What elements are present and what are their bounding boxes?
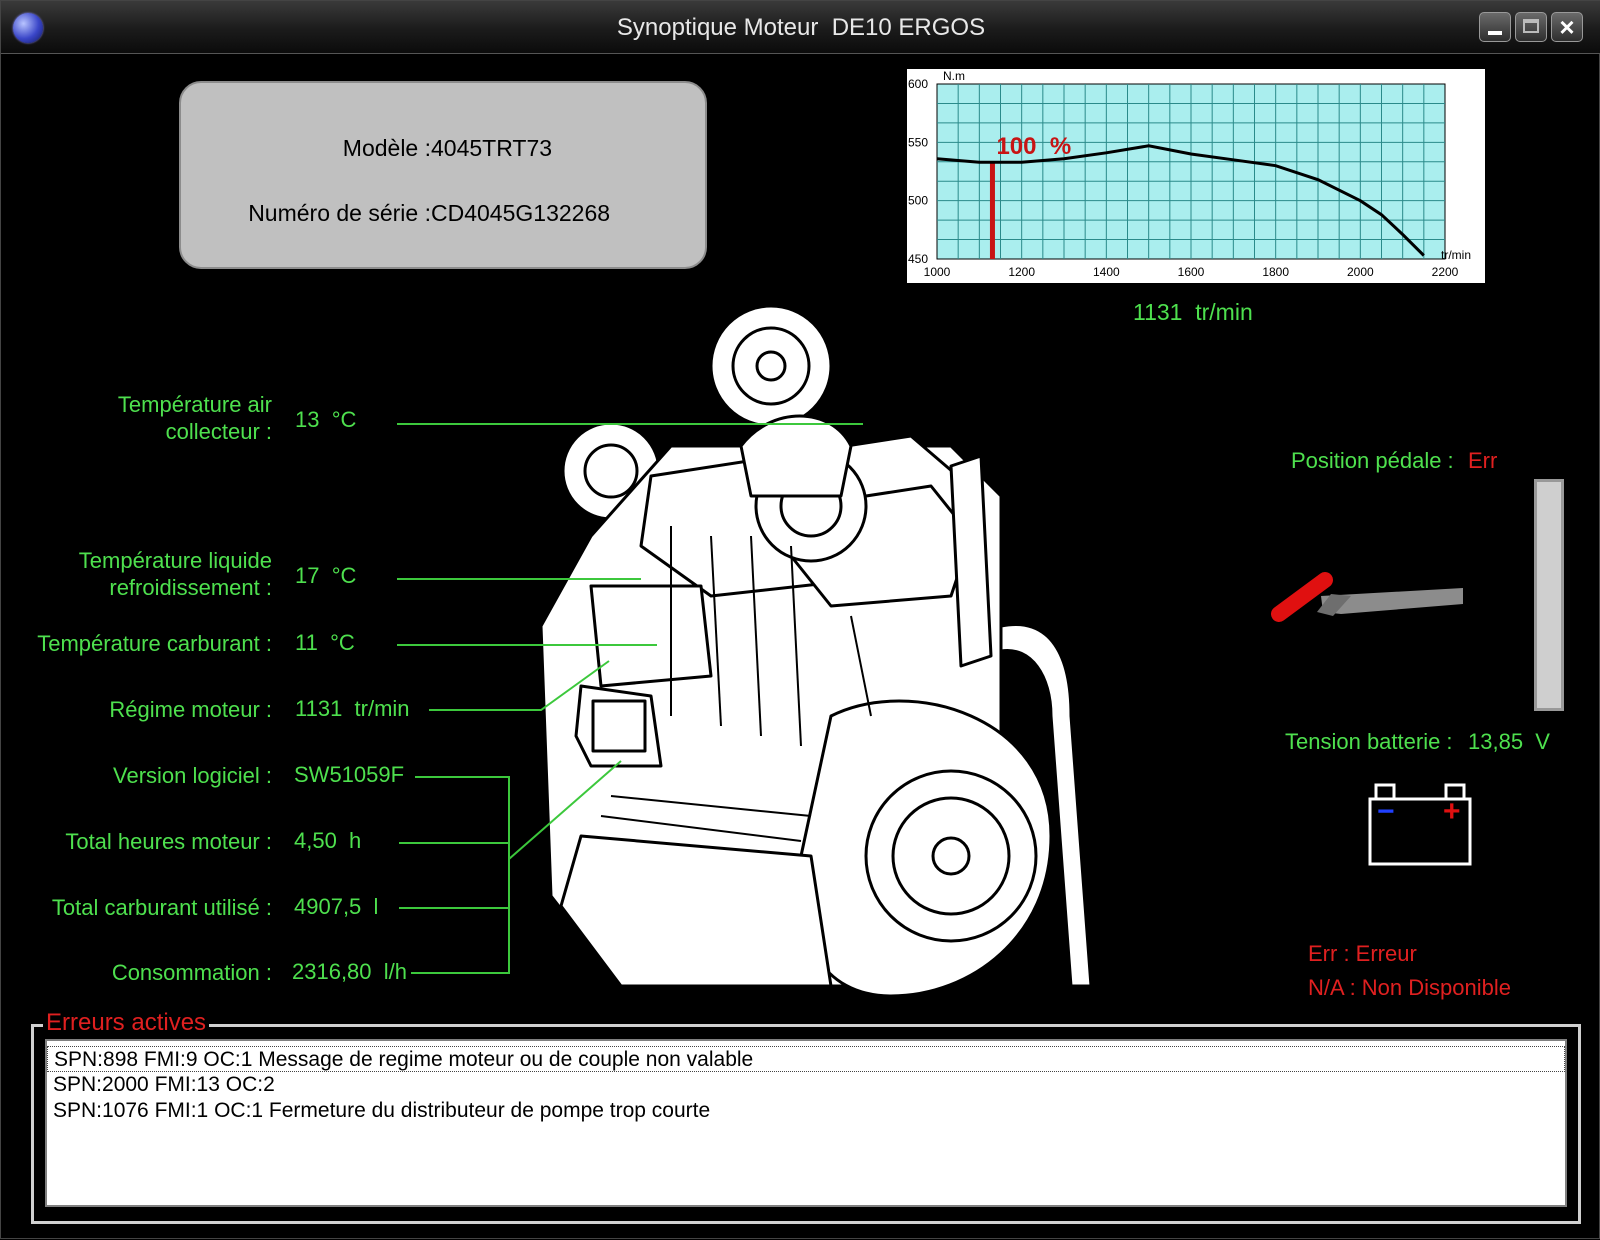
x-axis-label: tr/min (1441, 248, 1471, 262)
fuel-used-value: 4907,5 l (294, 894, 379, 919)
y-tick-label: 450 (908, 252, 928, 266)
x-tick-label: 2000 (1347, 265, 1374, 279)
x-tick-label: 1400 (1093, 265, 1120, 279)
air-temp-label: Température air collecteur : (118, 391, 272, 445)
pedal-position-bar (1534, 479, 1564, 711)
active-errors-title: Erreurs actives (43, 1009, 210, 1037)
y-tick-label: 500 (908, 194, 928, 208)
software-version-value: SW51059F (294, 762, 405, 787)
list-item[interactable]: SPN:898 FMI:9 OC:1 Message de regime mot… (47, 1046, 1565, 1072)
list-item[interactable]: SPN:2000 FMI:13 OC:2 (47, 1072, 1565, 1098)
battery-minus-sign: − (1377, 795, 1395, 828)
consumption-label: Consommation : (111, 960, 272, 985)
coolant-temp-value: 17 °C (295, 563, 357, 588)
engine-hours-value: 4,50 h (294, 828, 362, 853)
engine-hours-label: Total heures moteur : (65, 829, 272, 854)
x-tick-label: 1800 (1262, 265, 1289, 279)
pedal-position-value: Err (1468, 448, 1498, 473)
maximize-button[interactable] (1515, 12, 1547, 42)
engine-info-panel: Modèle : 4045TRT73 Numéro de série : CD4… (179, 81, 707, 269)
torque-curve-chart: 1000 1200 1400 1600 1800 2000 2200 450 500 550 60… (907, 69, 1485, 283)
window-title: Synoptique Moteur DE10 ERGOS (616, 14, 986, 41)
x-tick-label: 1600 (1178, 265, 1205, 279)
title-bar[interactable]: Synoptique Moteur DE10 ERGOS × (1, 1, 1600, 54)
active-errors-list[interactable]: SPN:898 FMI:9 OC:1 Message de regime mot… (45, 1039, 1567, 1207)
x-tick-label: 1200 (1008, 265, 1035, 279)
y-axis-label: N.m (943, 69, 965, 83)
legend-not-available: N/A : Non Disponible (1308, 975, 1511, 1000)
legend-error: Err : Erreur (1308, 941, 1417, 966)
engine-illustration (539, 304, 1093, 998)
fuel-temp-value: 11 °C (295, 630, 355, 655)
close-button[interactable]: × (1551, 12, 1583, 42)
chart-rpm-readout: 1131 tr/min (1133, 299, 1253, 325)
minimize-button[interactable] (1479, 12, 1511, 42)
accelerator-pedal-icon (1271, 572, 1463, 622)
list-item[interactable]: SPN:1076 FMI:1 OC:1 Fermeture du distrib… (47, 1098, 1565, 1124)
engine-speed-value: 1131 tr/min (295, 696, 410, 721)
software-version-label: Version logiciel : (113, 763, 272, 788)
serial-row: Numéro de série : CD4045G132268 (181, 200, 709, 230)
battery-voltage-value: 13,85 V (1468, 729, 1550, 754)
model-value: 4045TRT73 (431, 135, 553, 161)
air-temp-label-text: Température air collecteur : (117, 392, 272, 444)
current-rpm-marker (989, 162, 995, 259)
battery-plus-sign: + (1443, 795, 1461, 828)
pedal-position-label: Position pédale : (1291, 448, 1454, 473)
y-tick-label: 600 (908, 77, 928, 91)
fuel-temp-label: Température carburant : (37, 631, 272, 656)
coolant-temp-label-text: Température liquide refroidissement : (78, 548, 272, 600)
serial-value: CD4045G132268 (431, 200, 611, 226)
model-label: Modèle : (342, 135, 431, 161)
y-tick-label: 550 (908, 135, 928, 149)
consumption-value: 2316,80 l/h (292, 959, 407, 984)
load-percent-annotation: 100 % (996, 133, 1071, 160)
x-tick-label: 2200 (1432, 265, 1459, 279)
battery-voltage-label: Tension batterie : (1285, 729, 1453, 754)
fuel-used-label: Total carburant utilisé : (51, 895, 272, 920)
serial-label: Numéro de série : (248, 200, 431, 226)
engine-speed-label: Régime moteur : (109, 697, 272, 722)
coolant-temp-label: Température liquide refroidissement : (79, 547, 272, 601)
battery-icon: − + (1368, 783, 1472, 866)
main-window: Synoptique Moteur DE10 ERGOS × Modèle : … (0, 0, 1600, 1239)
model-row: Modèle : 4045TRT73 (181, 135, 709, 165)
x-tick-label: 1000 (924, 265, 951, 279)
air-temp-value: 13 °C (295, 407, 357, 432)
